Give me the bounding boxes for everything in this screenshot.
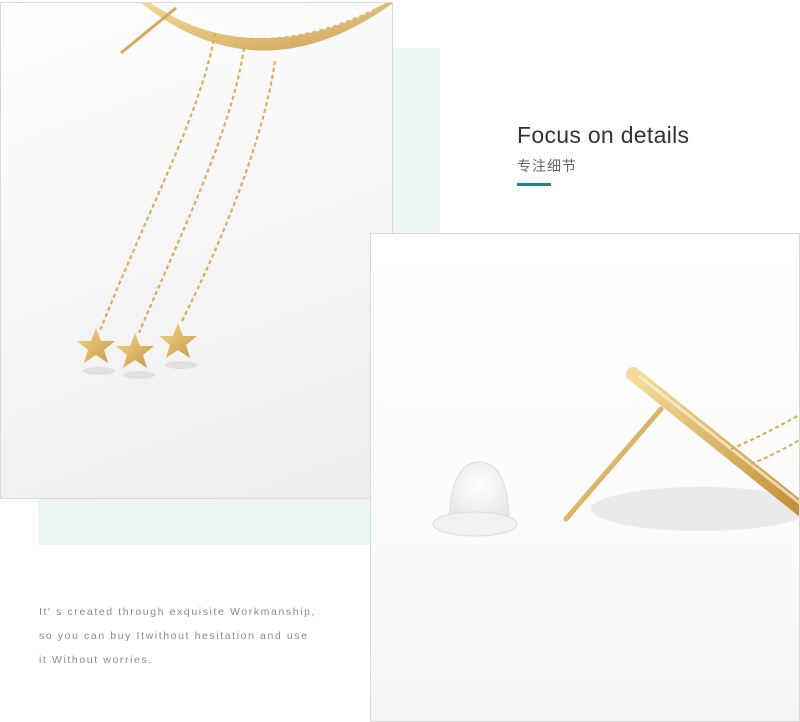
earring-post-photo [370, 233, 800, 722]
earring-chain-photo [0, 2, 393, 499]
section-title: Focus on details [517, 122, 690, 148]
workmanship-caption: It' s created through exquisite Workmans… [39, 600, 359, 672]
caption-line: It' s created through exquisite Workmans… [39, 606, 317, 618]
caption-line: so you can buy Itwithout hesitation and … [39, 630, 309, 642]
accent-underline [517, 183, 551, 186]
caption-line: it Without worries. [39, 654, 153, 666]
section-subtitle: 专注细节 [517, 159, 577, 175]
